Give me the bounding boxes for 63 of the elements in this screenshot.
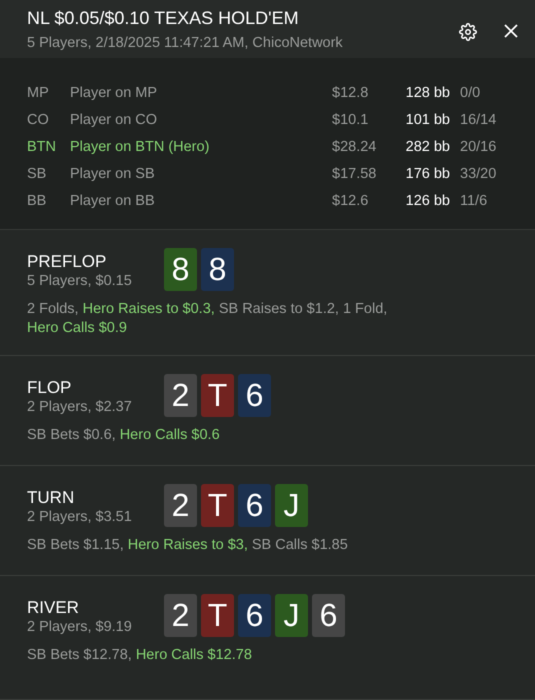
playing-card: 6 xyxy=(238,484,271,527)
player-action: SB Calls $1.85 xyxy=(252,536,348,555)
player-big-blinds: 176 bb xyxy=(404,165,451,184)
playing-card: 6 xyxy=(238,594,271,637)
player-action: 1 Fold, xyxy=(342,300,388,319)
player-action: SB Bets $1.15, xyxy=(27,536,124,555)
close-icon[interactable] xyxy=(503,23,519,39)
settings-icon[interactable] xyxy=(459,23,477,41)
playing-card: 2 xyxy=(164,484,197,527)
player-stack: $28.24 xyxy=(332,138,378,157)
playing-card: 6 xyxy=(312,594,345,637)
playing-card: J xyxy=(275,484,308,527)
player-stats: 11/6 xyxy=(460,192,488,211)
player-action: 2 Folds, xyxy=(27,300,79,319)
player-action: Hero Raises to $0.3, xyxy=(82,300,215,319)
player-position: SB xyxy=(27,165,48,184)
player-stack: $17.58 xyxy=(332,165,378,184)
player-stack: $12.6 xyxy=(332,192,370,211)
street-name: PREFLOP xyxy=(27,252,108,272)
playing-card: T xyxy=(201,594,234,637)
player-big-blinds: 282 bb xyxy=(404,138,451,157)
playing-card: 8 xyxy=(164,248,197,291)
player-name: Player on MP xyxy=(70,84,158,103)
player-stats: 20/16 xyxy=(460,138,498,157)
player-action: Hero Calls $0.6 xyxy=(120,426,220,446)
hand-title: NL $0.05/$0.10 TEXAS HOLD'EM xyxy=(27,7,300,29)
street-name: RIVER xyxy=(27,598,80,618)
playing-card: T xyxy=(201,484,234,527)
player-action: Hero Calls $0.9 xyxy=(27,319,127,338)
player-action: Hero Calls $12.78 xyxy=(136,646,252,665)
player-stats: 0/0 xyxy=(460,84,482,103)
player-big-blinds: 101 bb xyxy=(404,111,451,130)
player-big-blinds: 126 bb xyxy=(404,192,451,211)
street-name: TURN xyxy=(27,488,76,508)
street-info: 5 Players, $0.15 xyxy=(27,272,133,291)
player-stack: $12.8 xyxy=(332,84,370,103)
player-stats: 16/14 xyxy=(460,111,498,130)
player-big-blinds: 128 bb xyxy=(404,84,451,103)
player-action: SB Bets $0.6, xyxy=(27,426,116,446)
playing-card: 2 xyxy=(164,594,197,637)
playing-card: 8 xyxy=(201,248,234,291)
player-stats: 33/20 xyxy=(460,165,498,184)
hand-subtitle: 5 Players, 2/18/2025 11:47:21 AM, ChicoNetwork xyxy=(27,34,344,52)
playing-card: 6 xyxy=(238,374,271,418)
street-info: 2 Players, $9.19 xyxy=(27,618,133,637)
player-name: Player on SB xyxy=(70,165,156,184)
playing-card: 2 xyxy=(164,374,197,418)
player-action: SB Bets $12.78, xyxy=(27,646,132,665)
player-name: Player on BTN (Hero) xyxy=(70,138,210,157)
player-name: Player on BB xyxy=(70,192,156,211)
street-name: FLOP xyxy=(27,378,72,398)
player-position: MP xyxy=(27,84,50,103)
player-stack: $10.1 xyxy=(332,111,370,130)
player-name: Player on CO xyxy=(70,111,158,130)
street-info: 2 Players, $3.51 xyxy=(27,508,133,527)
player-position: BTN xyxy=(27,138,57,157)
playing-card: T xyxy=(201,374,234,418)
player-position: BB xyxy=(27,192,48,211)
playing-card: J xyxy=(275,594,308,637)
player-action: SB Raises to $1.2, xyxy=(218,300,339,319)
player-action: Hero Raises to $3, xyxy=(128,536,248,555)
player-position: CO xyxy=(27,111,50,130)
street-info: 2 Players, $2.37 xyxy=(27,398,133,418)
